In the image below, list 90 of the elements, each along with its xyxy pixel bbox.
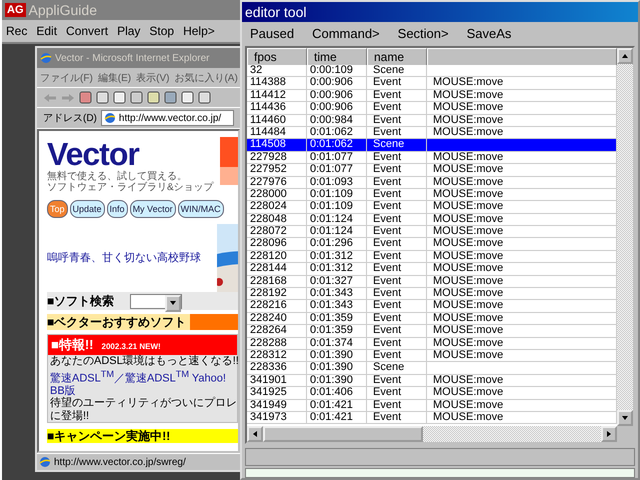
menu-item[interactable]: ファイル(F)	[40, 70, 93, 84]
news-text: に登場!!	[49, 410, 90, 422]
menu-item[interactable]: Paused	[250, 26, 294, 40]
window-title: editor tool	[245, 4, 306, 20]
tagline: ソフトウェア・ライブラリ&ショップ	[47, 182, 214, 193]
table-row[interactable]: 228072 0:01:124 Event MOUSE:move	[247, 226, 617, 238]
table-cell: Event	[367, 412, 427, 424]
table-row[interactable]: 341973 0:01:421 Event MOUSE:move	[247, 412, 617, 424]
table-row[interactable]: 114388 0:00:906 Event MOUSE:move	[247, 77, 617, 90]
nav-button[interactable]: Info	[106, 200, 128, 218]
table-row[interactable]: 228048 0:01:124 Event MOUSE:move	[247, 214, 617, 226]
table-row[interactable]: 228096 0:01:296 Event MOUSE:move	[247, 238, 617, 251]
news-link[interactable]: BB版	[48, 384, 237, 398]
table-row[interactable]: 114460 0:00:984 Event MOUSE:move	[247, 114, 617, 127]
table-row[interactable]: 228264 0:01:359 Event MOUSE:move	[247, 325, 617, 338]
section-heading: ■キャンペーン実施中!!	[47, 429, 238, 444]
vertical-scrollbar[interactable]	[617, 48, 633, 426]
table-row[interactable]: 228288 0:01:374 Event MOUSE:move	[247, 338, 617, 350]
menu-item[interactable]: SaveAs	[466, 26, 512, 40]
table-row[interactable]: 341949 0:01:421 Event MOUSE:move	[247, 400, 617, 412]
menu-item[interactable]: Help>	[183, 24, 215, 38]
news-text: 待望のユーティリティがついにプロレ	[49, 397, 237, 410]
up-arrow-icon	[621, 52, 629, 60]
menu-item[interactable]: Convert	[66, 24, 108, 38]
site-logo: Vector	[47, 137, 140, 171]
window-title: Vector - Microsoft Internet Explorer	[55, 52, 210, 64]
table-row[interactable]: 32 0:00:109 Scene	[247, 65, 617, 78]
ad-banner	[220, 137, 238, 185]
table-row[interactable]: 228024 0:01:109 Event MOUSE:move	[247, 201, 617, 214]
table-row[interactable]: 228216 0:01:343 Event MOUSE:move	[247, 300, 617, 313]
nav-button[interactable]: WIN/MAC	[178, 200, 224, 218]
table-row[interactable]: 341925 0:01:406 Event MOUSE:move	[247, 387, 617, 400]
nav-button[interactable]: My Vector	[130, 200, 176, 218]
scroll-left-button[interactable]	[247, 426, 263, 442]
section-heading: ■ソフト検索	[47, 292, 114, 310]
table-row[interactable]: 228240 0:01:359 Event MOUSE:move	[247, 312, 617, 326]
horizontal-scrollbar[interactable]	[247, 426, 633, 442]
menu-item[interactable]: Play	[117, 24, 140, 38]
menu-item[interactable]: 編集(E)	[98, 70, 132, 84]
table-cell: 0:01:421	[307, 412, 367, 424]
address-label: アドレス(D)	[43, 112, 97, 125]
menu-item[interactable]: Edit	[36, 24, 58, 38]
news-link[interactable]: 驚速ADSL$^{TM}$／驚速ADSL$^{TM}$ Yahoo!	[48, 368, 237, 385]
nav-button[interactable]: Update	[70, 200, 105, 218]
banner-text: 嗚呼青春、甘く切ない高校野球	[47, 250, 201, 265]
scroll-down-button[interactable]	[617, 410, 633, 426]
table-row[interactable]: 228144 0:01:312 Event MOUSE:move	[247, 263, 617, 276]
left-arrow-icon	[251, 430, 259, 438]
table-row[interactable]: 228336 0:01:390 Scene	[247, 362, 617, 375]
scroll-right-button[interactable]	[601, 426, 617, 442]
down-arrow-icon	[621, 414, 629, 422]
table-row[interactable]: 114436 0:00:906 Event MOUSE:move	[247, 102, 617, 115]
table-row[interactable]: 227928 0:01:077 Event MOUSE:move	[247, 152, 617, 164]
down-arrow-icon	[169, 299, 178, 307]
news-title: ■特報!!	[51, 336, 94, 354]
news-date: 2002.3.21 NEW!	[102, 342, 161, 351]
table-row[interactable]: 228192 0:01:343 Event MOUSE:move	[247, 288, 617, 300]
menu-item[interactable]: Section>	[398, 26, 449, 40]
app-logo: AG	[5, 3, 26, 17]
table-row[interactable]: 114412 0:00:906 Event MOUSE:move	[247, 90, 617, 102]
table-row[interactable]: 228312 0:01:390 Event MOUSE:move	[247, 350, 617, 362]
column-header[interactable]: fpos	[247, 48, 307, 66]
table-cell: MOUSE:move	[427, 412, 617, 424]
globe-icon	[39, 456, 51, 468]
table-row[interactable]: 114484 0:01:062 Event MOUSE:move	[247, 126, 617, 140]
column-header[interactable]: time	[307, 48, 367, 66]
table-cell: 341973	[247, 412, 307, 424]
menu-item[interactable]: Rec	[6, 24, 28, 38]
right-arrow-icon	[605, 430, 613, 438]
globe-icon	[40, 52, 52, 64]
menu-item[interactable]: Command>	[312, 26, 380, 40]
table-row[interactable]: 227952 0:01:077 Event MOUSE:move	[247, 164, 617, 177]
news-text: あなたのADSL環境はもっと速くなる!!	[49, 355, 237, 368]
menu-item[interactable]: 表示(V)	[136, 70, 170, 84]
scroll-up-button[interactable]	[617, 48, 633, 64]
table-row[interactable]: 341901 0:01:390 Event MOUSE:move	[247, 374, 617, 388]
table-row[interactable]: 228168 0:01:327 Event MOUSE:move	[247, 276, 617, 288]
table-row[interactable]: 228120 0:01:312 Event MOUSE:move	[247, 250, 617, 264]
address-field[interactable]: http://www.vector.co.jp/	[100, 110, 234, 126]
table-row[interactable]: 227976 0:01:093 Event MOUSE:move	[247, 176, 617, 189]
menu-item[interactable]: お気に入り(A)	[174, 70, 238, 84]
column-header[interactable]: name	[367, 48, 427, 66]
section-heading: ■ベクターおすすめソフト	[47, 314, 190, 330]
tagline: 無料で使える、試して買える。	[47, 171, 188, 182]
window-title: AppliGuide	[28, 2, 97, 18]
table-row[interactable]: 114508 0:01:062 Scene	[247, 139, 617, 152]
menu-item[interactable]: Stop	[149, 24, 174, 38]
globe-icon	[104, 112, 116, 124]
status-text: http://www.vector.co.jp/swreg/	[54, 456, 186, 468]
table-row[interactable]: 228000 0:01:109 Event MOUSE:move	[247, 188, 617, 202]
